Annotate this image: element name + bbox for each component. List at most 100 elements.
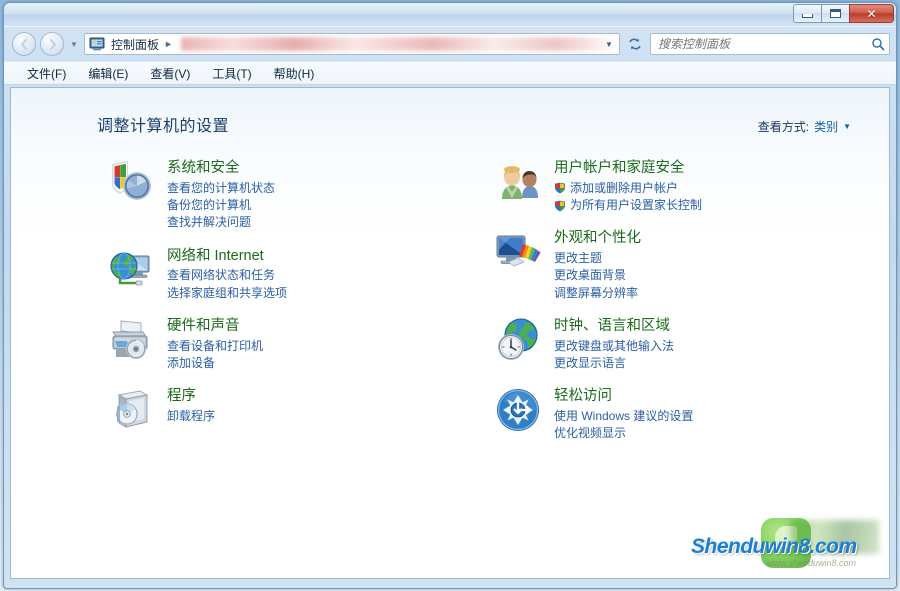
- category-body: 系统和安全 查看您的计算机状态 备份您的计算机 查找并解决问题: [167, 158, 275, 232]
- forward-button[interactable]: [40, 32, 64, 56]
- ease-of-access-icon[interactable]: [494, 386, 542, 434]
- category-body: 用户帐户和家庭安全 添加或删除用户帐户 为所有用户设置家长控制: [554, 158, 702, 214]
- category-link[interactable]: 查看设备和打印机: [167, 338, 263, 355]
- breadcrumb-item-control-panel[interactable]: 控制面板: [108, 35, 162, 54]
- category-link[interactable]: 使用 Windows 建议的设置: [554, 408, 693, 425]
- address-dropdown-button[interactable]: ▼: [601, 34, 617, 54]
- window-controls: ✕: [793, 4, 894, 23]
- category-hardware-and-sound: 硬件和声音 查看设备和打印机 添加设备: [107, 316, 450, 372]
- close-button[interactable]: ✕: [849, 4, 894, 23]
- category-link-label: 更改显示语言: [554, 356, 627, 371]
- breadcrumb-separator[interactable]: ►: [162, 39, 175, 49]
- search-input[interactable]: [658, 37, 871, 51]
- category-link-label: 添加设备: [167, 356, 216, 371]
- minimize-button[interactable]: [793, 4, 822, 23]
- category-grid: 系统和安全 查看您的计算机状态 备份您的计算机 查找并解决问题 网络和 Inte…: [11, 136, 889, 457]
- category-link[interactable]: 选择家庭组和共享选项: [167, 285, 287, 302]
- chevron-down-icon[interactable]: ▼: [843, 122, 851, 131]
- page-title: 调整计算机的设置: [97, 118, 230, 135]
- category-link[interactable]: 更改显示语言: [554, 355, 674, 372]
- printer-hardware-icon[interactable]: [107, 316, 155, 364]
- breadcrumb-label: 控制面板: [111, 37, 160, 52]
- category-link[interactable]: 卸载程序: [167, 408, 215, 425]
- category-title[interactable]: 硬件和声音: [167, 317, 263, 337]
- menu-item-help[interactable]: 帮助(H): [265, 62, 324, 85]
- clock-globe-icon[interactable]: [494, 316, 542, 364]
- security-shield-icon[interactable]: [107, 158, 155, 206]
- recent-pages-dropdown[interactable]: ▼: [68, 33, 80, 55]
- control-panel-window: ✕ ▼ 控制面板 ► ▼ 搜索控制面板 文件(F) 编辑(E) 查看(V) 工具…: [3, 2, 897, 589]
- category-link[interactable]: 为所有用户设置家长控制: [554, 197, 702, 214]
- refresh-button[interactable]: [624, 33, 646, 55]
- category-link-label: 备份您的计算机: [167, 197, 252, 212]
- category-body: 网络和 Internet 查看网络状态和任务 选择家庭组和共享选项: [167, 246, 287, 302]
- category-link-label: 选择家庭组和共享选项: [167, 285, 288, 300]
- category-link-label: 更改主题: [554, 250, 603, 265]
- menu-item-tools[interactable]: 工具(T): [203, 62, 260, 85]
- category-title[interactable]: 轻松访问: [554, 387, 693, 407]
- content-inner: 调整计算机的设置 查看方式: 类别 ▼ 系统和安全 查看您的计算机状态 备份您的…: [11, 88, 889, 578]
- address-bar[interactable]: 控制面板 ► ▼: [84, 33, 620, 55]
- category-link[interactable]: 更改键盘或其他输入法: [554, 338, 674, 355]
- watermark-blurred-text: [791, 520, 879, 554]
- category-title[interactable]: 时钟、语言和区域: [554, 317, 674, 337]
- category-body: 时钟、语言和区域 更改键盘或其他输入法 更改显示语言: [554, 316, 674, 372]
- category-ease-of-access: 轻松访问 使用 Windows 建议的设置 优化视频显示: [494, 386, 889, 442]
- title-bar: ✕: [4, 3, 896, 27]
- appearance-monitor-icon[interactable]: [494, 228, 542, 276]
- refresh-icon: [629, 38, 641, 50]
- category-title[interactable]: 系统和安全: [167, 159, 275, 179]
- user-accounts-icon[interactable]: [494, 158, 542, 206]
- category-link[interactable]: 备份您的计算机: [167, 197, 275, 214]
- category-title[interactable]: 用户帐户和家庭安全: [554, 159, 702, 179]
- category-title[interactable]: 程序: [167, 387, 215, 407]
- chevron-down-icon: ▼: [605, 39, 613, 49]
- category-clock-language-and-region: 时钟、语言和区域 更改键盘或其他输入法 更改显示语言: [494, 316, 889, 372]
- category-link[interactable]: 查看网络状态和任务: [167, 267, 287, 284]
- category-column-left: 系统和安全 查看您的计算机状态 备份您的计算机 查找并解决问题 网络和 Inte…: [11, 158, 450, 457]
- category-title[interactable]: 外观和个性化: [554, 229, 641, 249]
- search-icon[interactable]: [871, 37, 885, 51]
- category-link[interactable]: 查看您的计算机状态: [167, 180, 275, 197]
- search-box[interactable]: [650, 33, 890, 55]
- category-link-label: 查看设备和打印机: [167, 338, 264, 353]
- menu-item-edit[interactable]: 编辑(E): [79, 62, 137, 85]
- minimize-icon: [802, 13, 813, 18]
- category-link[interactable]: 查找并解决问题: [167, 214, 275, 231]
- category-link[interactable]: 更改桌面背景: [554, 267, 641, 284]
- category-link-label: 使用 Windows 建议的设置: [554, 408, 694, 423]
- category-title[interactable]: 网络和 Internet: [167, 247, 287, 267]
- category-link-label: 卸载程序: [167, 408, 216, 423]
- category-link-label: 为所有用户设置家长控制: [570, 197, 703, 212]
- category-link[interactable]: 调整屏幕分辨率: [554, 285, 641, 302]
- address-bar-row: ▼ 控制面板 ► ▼: [4, 27, 896, 61]
- menu-item-view[interactable]: 查看(V): [141, 62, 199, 85]
- watermark-text: Shenduwin8.com: [691, 535, 857, 558]
- maximize-button[interactable]: [821, 4, 850, 23]
- category-link[interactable]: 更改主题: [554, 250, 641, 267]
- leaf-glyph-icon: [775, 526, 797, 548]
- chevron-down-icon: ▼: [70, 39, 78, 49]
- view-by-value[interactable]: 类别: [814, 118, 838, 135]
- category-system-and-security: 系统和安全 查看您的计算机状态 备份您的计算机 查找并解决问题: [107, 158, 450, 232]
- category-link-label: 优化视频显示: [554, 426, 627, 441]
- menu-bar: 文件(F) 编辑(E) 查看(V) 工具(T) 帮助(H): [4, 61, 896, 85]
- category-link-label: 查看您的计算机状态: [167, 180, 276, 195]
- leaf-logo-icon: [761, 518, 811, 568]
- back-button[interactable]: [12, 32, 36, 56]
- category-link-label: 更改键盘或其他输入法: [554, 338, 675, 353]
- category-link[interactable]: 添加设备: [167, 355, 263, 372]
- programs-box-icon[interactable]: [107, 386, 155, 434]
- network-globe-icon[interactable]: [107, 246, 155, 294]
- category-link-label: 查找并解决问题: [167, 215, 252, 230]
- category-link-label: 添加或删除用户帐户: [570, 180, 679, 195]
- site-watermark: Shenduwin8.com www.shenduwin8.com: [683, 518, 879, 572]
- category-link[interactable]: 添加或删除用户帐户: [554, 180, 702, 197]
- menu-item-file[interactable]: 文件(F): [18, 62, 75, 85]
- watermark-subtext: www.shenduwin8.com: [767, 558, 857, 568]
- back-arrow-icon: [20, 38, 27, 50]
- page-header: 调整计算机的设置 查看方式: 类别 ▼: [11, 88, 889, 136]
- category-link[interactable]: 优化视频显示: [554, 425, 693, 442]
- category-link-label: 更改桌面背景: [554, 268, 627, 283]
- view-by-control: 查看方式: 类别 ▼: [758, 118, 851, 135]
